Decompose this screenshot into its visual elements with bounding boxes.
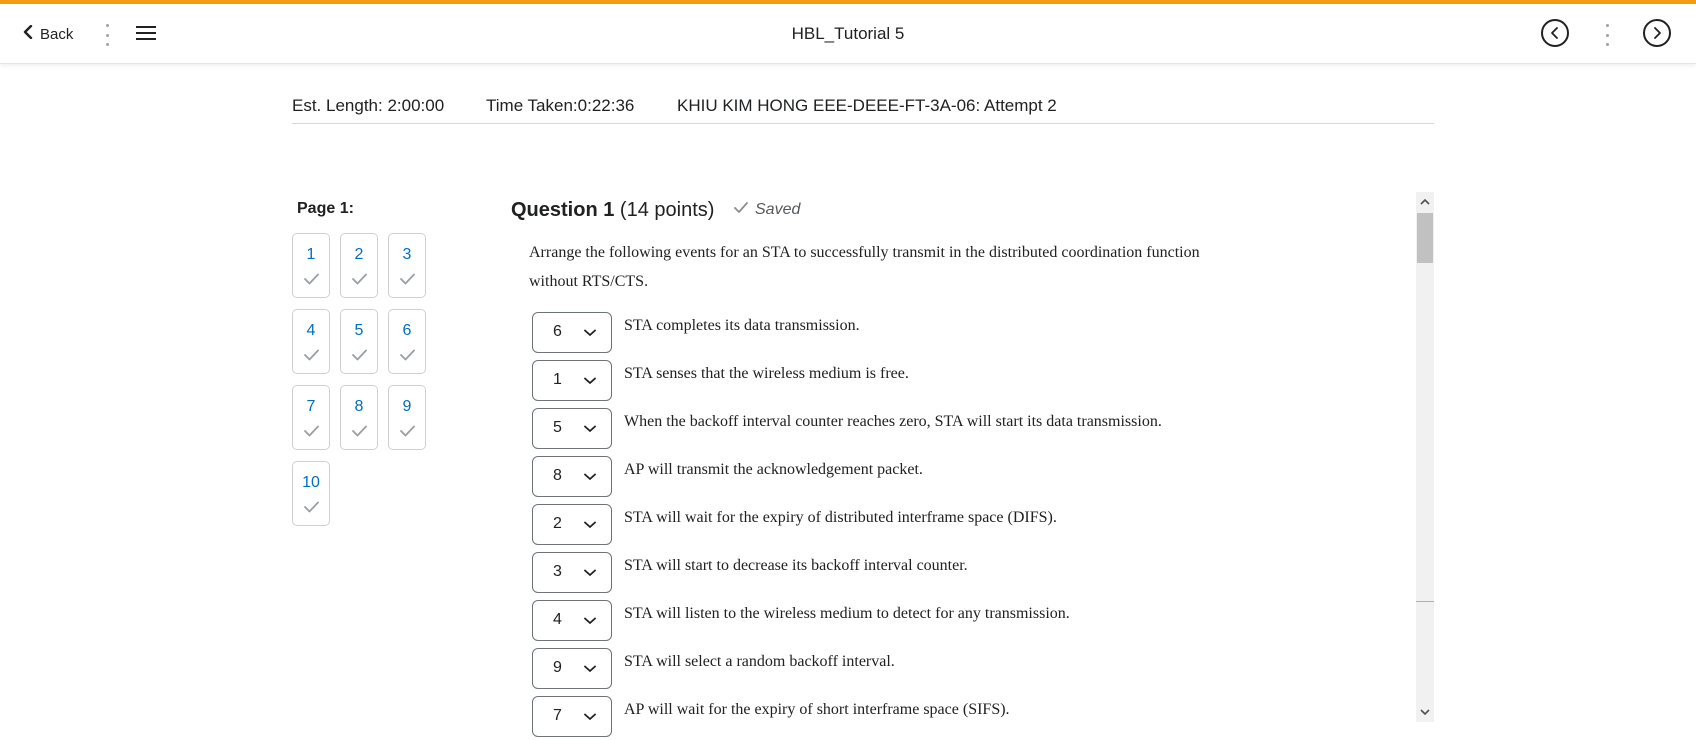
event-text: STA will wait for the expiry of distribu… xyxy=(624,509,1057,526)
question-tile[interactable]: 6 xyxy=(388,309,426,374)
checkmark-icon xyxy=(304,424,319,437)
previous-circle-icon[interactable] xyxy=(1541,19,1569,47)
question-tile[interactable]: 2 xyxy=(340,233,378,298)
event-text: STA completes its data transmission. xyxy=(624,317,860,334)
order-select[interactable]: 5 xyxy=(532,408,612,449)
checkmark-icon xyxy=(304,500,319,513)
order-value: 2 xyxy=(553,515,562,532)
event-text: STA will select a random backoff interva… xyxy=(624,653,895,670)
question-number: 6 xyxy=(402,322,412,339)
question-tile[interactable]: 9 xyxy=(388,385,426,450)
checkmark-icon xyxy=(352,272,367,285)
question-number: 5 xyxy=(354,322,364,339)
question-number: 3 xyxy=(402,246,412,263)
question-points: (14 points) xyxy=(619,199,715,221)
question-prompt: Arrange the following events for an STA … xyxy=(529,244,1200,290)
checkmark-icon xyxy=(734,201,748,219)
quiz-info-bar: Est. Length: 2:00:00 Time Taken:0:22:36 … xyxy=(292,94,1434,124)
ordering-row: 5 When the backoff interval counter reach… xyxy=(532,408,1392,450)
question-tile[interactable]: 10 xyxy=(292,461,330,526)
question-number: 1 xyxy=(306,246,316,263)
ordering-row: 1 STA senses that the wireless medium is … xyxy=(532,360,1392,402)
question-title: Question 1 xyxy=(511,199,615,221)
event-text: STA senses that the wireless medium is f… xyxy=(624,365,909,382)
time-taken: Time Taken:0:22:36 xyxy=(486,96,635,115)
order-value: 3 xyxy=(553,563,562,580)
ordering-row: 6 STA completes its data transmission. xyxy=(532,312,1392,354)
order-select[interactable]: 6 xyxy=(532,312,612,353)
order-select[interactable]: 9 xyxy=(532,648,612,689)
question-tile[interactable]: 3 xyxy=(388,233,426,298)
order-select[interactable]: 4 xyxy=(532,600,612,641)
checkmark-icon xyxy=(400,424,415,437)
page-title: HBL_Tutorial 5 xyxy=(791,24,905,43)
question-number: 2 xyxy=(354,246,364,263)
next-circle-icon[interactable] xyxy=(1643,19,1671,47)
est-length: Est. Length: 2:00:00 xyxy=(292,96,445,115)
ordering-row: 4 STA will listen to the wireless medium … xyxy=(532,600,1392,642)
checkmark-icon xyxy=(304,272,319,285)
page-label: Page 1: xyxy=(297,200,354,217)
ordering-row: 7 AP will wait for the expiry of short in… xyxy=(532,696,1392,738)
saved-status: Saved xyxy=(734,201,800,219)
event-text: AP will transmit the acknowledgement pac… xyxy=(624,461,923,478)
top-navigation-bar: Back HBL_Tutorial 5 xyxy=(0,4,1696,64)
ordering-row: 2 STA will wait for the expiry of distrib… xyxy=(532,504,1392,546)
divider-dots-icon xyxy=(1605,24,1609,46)
checkmark-icon xyxy=(400,348,415,361)
question-number: 9 xyxy=(402,398,412,415)
event-text: When the backoff interval counter reache… xyxy=(624,413,1162,430)
question-tile[interactable]: 8 xyxy=(340,385,378,450)
order-value: 8 xyxy=(553,467,562,484)
order-select[interactable]: 2 xyxy=(532,504,612,545)
order-value: 4 xyxy=(553,611,562,628)
order-value: 5 xyxy=(553,419,562,436)
order-select[interactable]: 3 xyxy=(532,552,612,593)
saved-label: Saved xyxy=(755,201,801,218)
question-number: 8 xyxy=(354,398,364,415)
question-number: 4 xyxy=(306,322,316,339)
order-value: 1 xyxy=(553,371,562,388)
order-select[interactable]: 8 xyxy=(532,456,612,497)
scroll-up-icon[interactable] xyxy=(1416,194,1434,210)
order-value: 9 xyxy=(553,659,562,676)
checkmark-icon xyxy=(304,348,319,361)
question-number: 10 xyxy=(302,474,320,491)
ordering-row: 9 STA will select a random backoff interv… xyxy=(532,648,1392,690)
checkmark-icon xyxy=(352,348,367,361)
order-value: 6 xyxy=(553,323,562,340)
checkmark-icon xyxy=(400,272,415,285)
question-tile[interactable]: 7 xyxy=(292,385,330,450)
ordering-row: 8 AP will transmit the acknowledgement pa… xyxy=(532,456,1392,498)
event-text: AP will wait for the expiry of short int… xyxy=(624,701,1010,718)
order-select[interactable]: 7 xyxy=(532,696,612,737)
event-text: STA will listen to the wireless medium t… xyxy=(624,605,1070,622)
checkmark-icon xyxy=(352,424,367,437)
question-tile[interactable]: 1 xyxy=(292,233,330,298)
scroll-down-icon[interactable] xyxy=(1416,705,1434,721)
question-tile[interactable]: 4 xyxy=(292,309,330,374)
ordering-row: 3 STA will start to decrease its backoff … xyxy=(532,552,1392,594)
scrollbar-marker xyxy=(1416,601,1434,602)
question-number: 7 xyxy=(306,398,316,415)
question-tile[interactable]: 5 xyxy=(340,309,378,374)
question-header: Question 1 (14 points) xyxy=(511,199,714,222)
event-text: STA will start to decrease its backoff i… xyxy=(624,557,968,574)
attempt-label: KHIU KIM HONG EEE-DEEE-FT-3A-06: Attempt… xyxy=(677,96,1057,115)
order-select[interactable]: 1 xyxy=(532,360,612,401)
scrollbar-track[interactable] xyxy=(1416,192,1434,722)
scrollbar-thumb[interactable] xyxy=(1417,213,1433,263)
order-value: 7 xyxy=(553,707,562,724)
